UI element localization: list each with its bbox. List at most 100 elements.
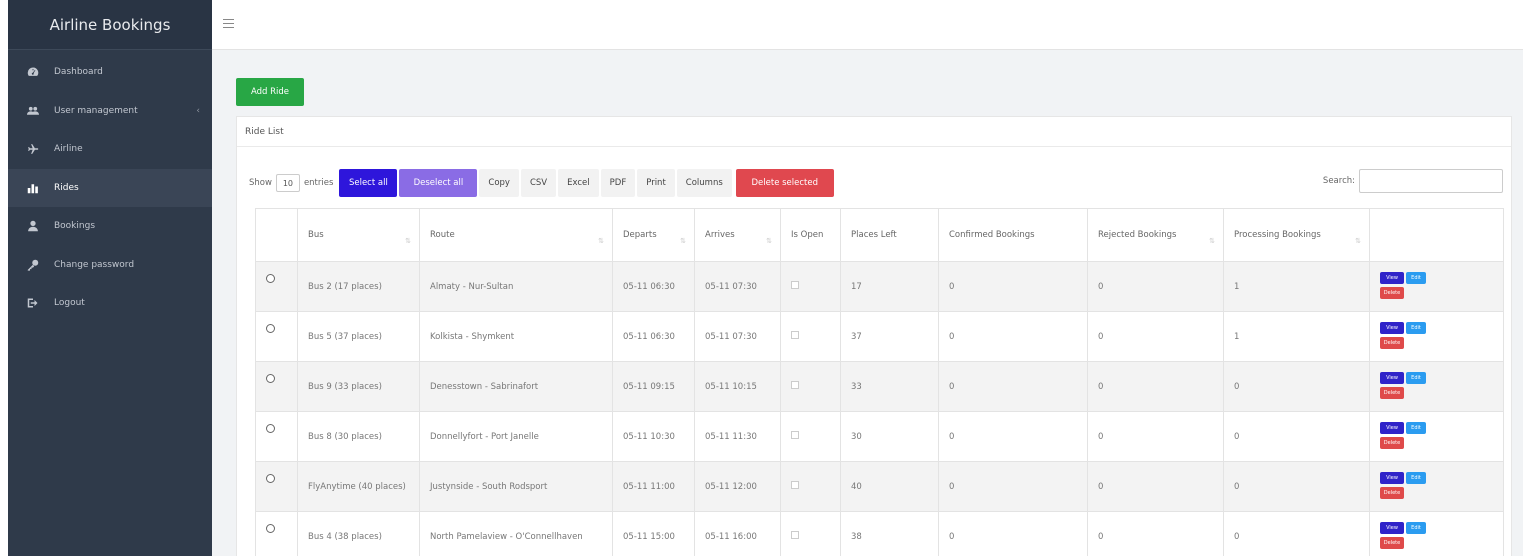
is-open-checkbox: [791, 280, 799, 289]
delete-button[interactable]: Delete: [1380, 537, 1404, 549]
column-header-is-open[interactable]: Is Open: [780, 208, 841, 262]
rejected-cell: 0: [1087, 411, 1224, 462]
entries-select[interactable]: 10: [275, 174, 300, 192]
search-label: Search:: [1322, 176, 1355, 186]
edit-button[interactable]: Edit: [1406, 272, 1426, 284]
sidebar-item-user-management[interactable]: User management ‹: [8, 92, 212, 131]
sidebar-item-bookings[interactable]: Bookings: [8, 207, 212, 246]
delete-selected-button[interactable]: Delete selected: [735, 169, 834, 197]
column-header-places-left[interactable]: Places Left: [840, 208, 939, 262]
delete-button[interactable]: Delete: [1380, 487, 1404, 499]
bus-cell: FlyAnytime (40 places): [297, 461, 420, 512]
table-row: Bus 9 (33 places) Denesstown - Sabrinafo…: [255, 361, 1504, 412]
chart-icon: [22, 182, 44, 194]
row-checkbox[interactable]: [266, 474, 275, 483]
delete-button[interactable]: Delete: [1380, 287, 1404, 299]
is-open-cell: [780, 261, 841, 312]
row-checkbox[interactable]: [266, 274, 275, 283]
route-cell: Justynside - South Rodsport: [419, 461, 613, 512]
row-checkbox[interactable]: [266, 524, 275, 533]
sort-icon: ⇅: [405, 237, 411, 245]
select-all-button[interactable]: Select all: [339, 169, 398, 197]
view-button[interactable]: View: [1380, 272, 1404, 284]
copy-button[interactable]: Copy: [479, 169, 519, 197]
view-button[interactable]: View: [1380, 372, 1404, 384]
view-button[interactable]: View: [1380, 522, 1404, 534]
is-open-checkbox: [791, 530, 799, 539]
row-checkbox[interactable]: [266, 374, 275, 383]
column-header-bus[interactable]: Bus ⇅: [297, 208, 420, 262]
edit-button[interactable]: Edit: [1406, 472, 1426, 484]
sidebar-item-label: Rides: [54, 182, 79, 193]
print-button[interactable]: Print: [637, 169, 675, 197]
excel-button[interactable]: Excel: [558, 169, 599, 197]
users-icon: [22, 105, 44, 117]
column-header-route[interactable]: Route ⇅: [419, 208, 613, 262]
column-header-confirmed-bookings[interactable]: Confirmed Bookings: [938, 208, 1088, 262]
csv-button[interactable]: CSV: [520, 169, 557, 197]
edit-button[interactable]: Edit: [1406, 522, 1426, 534]
departs-cell: 05-11 06:30: [612, 311, 695, 362]
dashboard-icon: [22, 66, 44, 78]
bus-cell: Bus 5 (37 places): [297, 311, 420, 362]
table-row: Bus 2 (17 places) Almaty - Nur-Sultan 05…: [255, 261, 1504, 312]
view-button[interactable]: View: [1380, 422, 1404, 434]
rejected-cell: 0: [1087, 311, 1224, 362]
places-left-cell: 38: [840, 511, 939, 556]
columns-button[interactable]: Columns: [676, 169, 732, 197]
row-checkbox[interactable]: [266, 324, 275, 333]
column-header-rejected-bookings[interactable]: Rejected Bookings ⇅: [1087, 208, 1224, 262]
sidebar-item-logout[interactable]: Logout: [8, 284, 212, 323]
departs-cell: 05-11 11:00: [612, 461, 695, 512]
column-header-arrives[interactable]: Arrives ⇅: [694, 208, 781, 262]
arrives-cell: 05-11 07:30: [694, 261, 781, 312]
view-button[interactable]: View: [1380, 472, 1404, 484]
row-select-cell: [255, 411, 298, 462]
delete-button[interactable]: Delete: [1380, 387, 1404, 399]
sidebar-item-label: Airline: [54, 144, 83, 155]
sidebar-nav: Dashboard User management ‹ Airline Ride…: [8, 50, 212, 323]
edit-button[interactable]: Edit: [1406, 422, 1426, 434]
row-checkbox[interactable]: [266, 424, 275, 433]
show-label: Show: [249, 178, 272, 188]
search-box: Search:: [1323, 169, 1503, 193]
actions-cell: View Edit Delete: [1369, 311, 1504, 362]
pdf-button[interactable]: PDF: [600, 169, 636, 197]
table-row: Bus 5 (37 places) Kolkista - Shymkent 05…: [255, 311, 1504, 362]
sidebar: Airline Bookings Dashboard User manageme…: [8, 0, 212, 556]
column-header-processing-bookings[interactable]: Processing Bookings ⇅: [1223, 208, 1370, 262]
actions-cell: View Edit Delete: [1369, 411, 1504, 462]
hamburger-menu-icon[interactable]: [223, 19, 234, 28]
main-content: Add Ride Ride List Show 10 entries Selec…: [212, 50, 1523, 556]
confirmed-cell: 0: [938, 261, 1088, 312]
entries-label: entries: [303, 178, 334, 188]
add-ride-button[interactable]: Add Ride: [236, 78, 304, 106]
places-left-cell: 33: [840, 361, 939, 412]
sort-icon: ⇅: [680, 237, 686, 245]
sort-icon: ⇅: [1355, 237, 1361, 245]
delete-button[interactable]: Delete: [1380, 437, 1404, 449]
edit-button[interactable]: Edit: [1406, 372, 1426, 384]
delete-button[interactable]: Delete: [1380, 337, 1404, 349]
route-cell: Almaty - Nur-Sultan: [419, 261, 613, 312]
table-row: Bus 8 (30 places) Donnellyfort - Port Ja…: [255, 411, 1504, 462]
sidebar-item-rides[interactable]: Rides: [8, 168, 212, 207]
is-open-cell: [780, 311, 841, 362]
deselect-all-button[interactable]: Deselect all: [399, 169, 478, 197]
actions-cell: View Edit Delete: [1369, 261, 1504, 312]
sidebar-item-label: User management: [54, 105, 138, 116]
arrives-cell: 05-11 11:30: [694, 411, 781, 462]
search-input[interactable]: [1359, 169, 1503, 193]
sidebar-item-change-password[interactable]: Change password: [8, 246, 212, 285]
route-cell: Denesstown - Sabrinafort: [419, 361, 613, 412]
edit-button[interactable]: Edit: [1406, 322, 1426, 334]
rejected-cell: 0: [1087, 361, 1224, 412]
brand-title[interactable]: Airline Bookings: [8, 0, 212, 50]
plane-icon: [22, 143, 44, 155]
table-row: Bus 4 (38 places) North Pamelaview - O'C…: [255, 511, 1504, 556]
sidebar-item-dashboard[interactable]: Dashboard: [8, 53, 212, 92]
sidebar-item-airline[interactable]: Airline: [8, 130, 212, 169]
processing-cell: 0: [1223, 411, 1370, 462]
view-button[interactable]: View: [1380, 322, 1404, 334]
column-header-departs[interactable]: Departs ⇅: [612, 208, 695, 262]
